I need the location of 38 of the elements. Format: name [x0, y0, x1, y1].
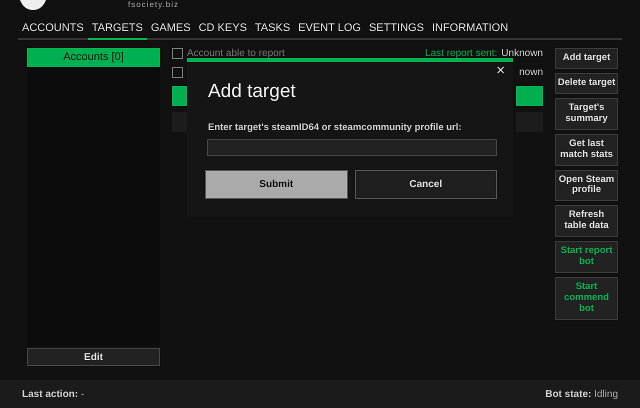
close-button[interactable]: ×: [496, 63, 505, 78]
tab[interactable]: GAMES: [146, 18, 195, 40]
action-button[interactable]: Refresh table data: [555, 205, 618, 238]
cancel-button[interactable]: Cancel: [354, 170, 497, 199]
action-button[interactable]: Delete target: [555, 72, 618, 94]
field-label: Enter target's steamID64 or steamcommunity profile url:: [208, 120, 462, 134]
tab[interactable]: ACCOUNTS: [18, 18, 88, 40]
table-row[interactable]: [172, 86, 187, 106]
status-label: Bot state:: [545, 388, 592, 402]
status-value: Idling: [594, 388, 618, 402]
input-field[interactable]: [207, 138, 497, 156]
option-label: Account able to report: [187, 48, 285, 60]
submit-button[interactable]: Submit: [205, 170, 348, 199]
dialog-title: Add target: [208, 80, 296, 104]
status-value: -: [80, 388, 84, 402]
tab[interactable]: TASKS: [250, 18, 294, 40]
checkbox[interactable]: [172, 67, 183, 78]
status-value: nown: [519, 66, 543, 78]
status-label: Last action:: [22, 388, 78, 402]
action-button[interactable]: Get last match stats: [555, 134, 618, 166]
status-value: Unknown: [501, 48, 543, 60]
tab[interactable]: SETTINGS: [364, 18, 428, 40]
action-button[interactable]: Open Steam profile: [555, 170, 618, 202]
status-label: Last report sent:: [425, 48, 498, 60]
checkbox[interactable]: [172, 48, 183, 59]
action-button[interactable]: Target's summary: [555, 98, 618, 130]
tab[interactable]: INFORMATION: [428, 18, 512, 40]
table-row[interactable]: [516, 86, 543, 106]
action-button[interactable]: Add target: [555, 48, 618, 69]
edit-button[interactable]: Edit: [27, 348, 160, 366]
logo-icon: [20, 0, 46, 10]
site-name: fsociety.biz: [128, 0, 179, 11]
tab[interactable]: TARGETS: [88, 18, 147, 40]
tab[interactable]: CD KEYS: [194, 18, 251, 40]
action-button[interactable]: Start report bot: [555, 241, 618, 274]
accounts-header: Accounts [0]: [27, 48, 160, 67]
tab[interactable]: EVENT LOG: [294, 18, 365, 40]
action-button[interactable]: Start commend bot: [555, 277, 618, 320]
